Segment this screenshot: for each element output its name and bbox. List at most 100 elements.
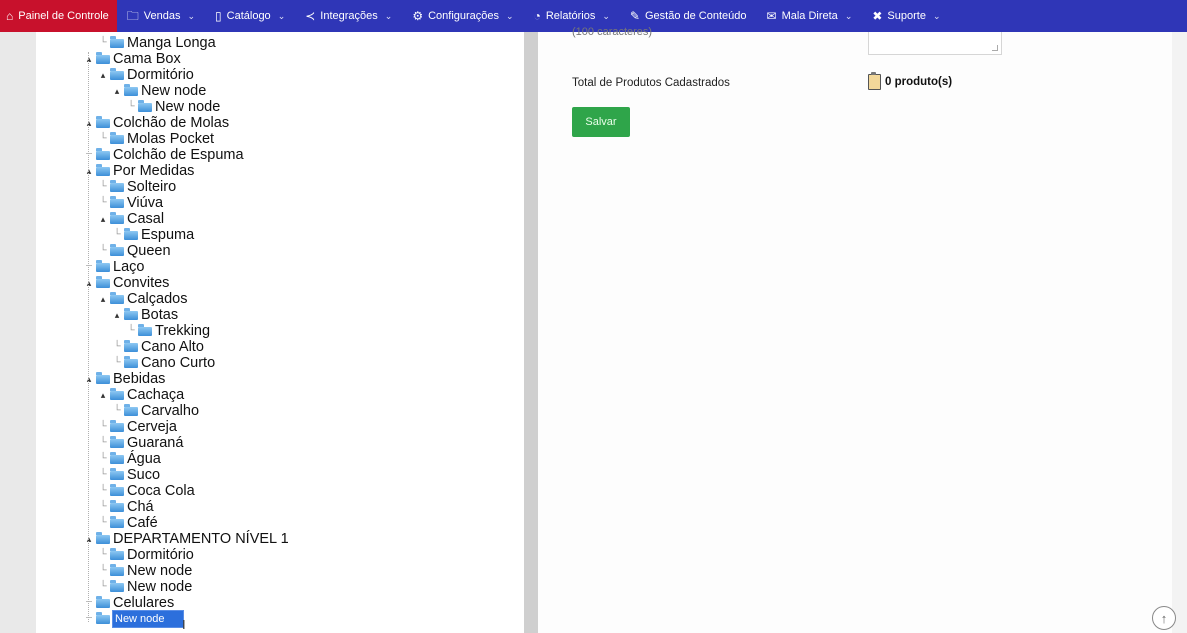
tree-line-icon: └ xyxy=(99,437,107,448)
tree-line-icon: ┄ xyxy=(85,261,93,272)
tree-node-label: Espuma xyxy=(141,227,195,243)
expand-toggle-icon[interactable]: ▴ xyxy=(82,371,96,387)
expand-toggle-icon[interactable]: ▴ xyxy=(110,307,124,323)
expand-toggle-icon[interactable]: ▴ xyxy=(82,163,96,179)
tree-node[interactable]: └ Chá xyxy=(96,499,155,515)
tree-node[interactable]: └ Dormitório xyxy=(96,547,195,563)
folder-icon xyxy=(138,99,152,112)
tree-node[interactable]: ▴ DEPARTAMENTO NÍVEL 1 xyxy=(82,531,290,547)
tree-node[interactable]: ▴ Colchão de Molas xyxy=(82,115,230,131)
tree-node[interactable]: └ New node xyxy=(124,99,221,115)
tree-node-label: Colchão de Molas xyxy=(113,115,230,131)
tree-node[interactable]: ▴ Calçados xyxy=(96,291,188,307)
tree-node[interactable]: └ Suco xyxy=(96,467,161,483)
folder-icon xyxy=(110,179,124,192)
tree-node-label: Botas xyxy=(141,307,179,323)
tree-node[interactable]: └ Trekking xyxy=(124,323,211,339)
product-count: 0 produto(s) xyxy=(885,76,953,88)
tree-node[interactable]: └ Molas Pocket xyxy=(96,131,215,147)
tree-node[interactable]: └ Cano Curto xyxy=(110,355,216,371)
tree-line-icon: └ xyxy=(99,37,107,48)
tree-node[interactable]: └ Guaraná xyxy=(96,435,184,451)
tree-node[interactable]: ┄ Colchão de Espuma xyxy=(82,147,245,163)
folder-icon xyxy=(110,483,124,496)
nav-icon: ✖ xyxy=(872,9,883,23)
nav-item-1[interactable]: 🗀 Vendas ⌄ xyxy=(117,0,205,32)
description-hint: (100 caracteres) xyxy=(572,26,653,38)
folder-icon xyxy=(110,451,124,464)
scroll-to-top-icon[interactable]: ↑ xyxy=(1152,606,1176,630)
tree-node[interactable]: ┄ Laço xyxy=(82,259,145,275)
save-button[interactable]: Salvar xyxy=(572,107,630,137)
text-cursor-icon: I xyxy=(182,617,186,632)
tree-node[interactable]: └ Água xyxy=(96,451,162,467)
folder-icon xyxy=(110,499,124,512)
tree-node[interactable]: └ Solteiro xyxy=(96,179,177,195)
folder-icon xyxy=(110,243,124,256)
tree-node[interactable]: └ Queen xyxy=(96,243,172,259)
total-products-value: 0 produto(s) xyxy=(868,72,953,90)
tree-node-label: Cachaça xyxy=(127,387,185,403)
tree-line-icon: ┄ xyxy=(85,597,93,608)
tree-node[interactable]: └ New node xyxy=(96,579,193,595)
description-textarea[interactable] xyxy=(868,32,1002,55)
tree-node[interactable]: ▴ Por Medidas xyxy=(82,163,195,179)
tree-node[interactable]: └ Manga Longa xyxy=(96,35,217,51)
clipboard-icon xyxy=(868,72,881,90)
folder-icon xyxy=(124,227,138,240)
folder-icon xyxy=(96,531,110,544)
tree-node[interactable]: ▴ Cama Box xyxy=(82,51,182,67)
expand-toggle-icon[interactable]: ▴ xyxy=(96,291,110,307)
tree-line-icon: └ xyxy=(99,485,107,496)
panel-splitter[interactable] xyxy=(524,32,538,633)
tree-node[interactable]: ▴ Convites xyxy=(82,275,170,291)
folder-icon xyxy=(110,211,124,224)
tree-node[interactable]: ┄ Celulares xyxy=(82,595,175,611)
nav-item-8[interactable]: ✖ Suporte ⌄ xyxy=(862,0,950,32)
tree-node[interactable]: ▴ Dormitório xyxy=(96,67,195,83)
tree-node[interactable]: ▴ New node xyxy=(110,83,207,99)
nav-item-3[interactable]: ≺ Integrações ⌄ xyxy=(295,0,402,32)
tree-node[interactable]: └ Cerveja xyxy=(96,419,178,435)
tree-node[interactable]: └ Carvalho xyxy=(110,403,200,419)
nav-item-2[interactable]: ▯ Catálogo ⌄ xyxy=(205,0,295,32)
folder-icon xyxy=(110,291,124,304)
node-rename-input[interactable]: New node xyxy=(112,610,184,628)
folder-icon xyxy=(124,83,138,96)
expand-toggle-icon[interactable]: ▴ xyxy=(82,115,96,131)
expand-toggle-icon[interactable]: ▴ xyxy=(96,211,110,227)
expand-toggle-icon[interactable]: ▴ xyxy=(82,531,96,547)
tree-node[interactable]: ▴ Botas xyxy=(110,307,179,323)
tree-node[interactable]: ▴ Cachaça xyxy=(96,387,185,403)
tree-line-icon: └ xyxy=(113,357,121,368)
tree-node[interactable]: ▴ Casal xyxy=(96,211,165,227)
nav-icon: ◔ xyxy=(533,9,541,23)
tree-node[interactable]: └ New node xyxy=(96,563,193,579)
folder-icon xyxy=(110,467,124,480)
expand-toggle-icon[interactable]: ▴ xyxy=(82,275,96,291)
folder-icon xyxy=(110,195,124,208)
chevron-down-icon: ⌄ xyxy=(506,10,514,21)
tree-node[interactable]: ┄ New node xyxy=(82,610,184,628)
expand-toggle-icon[interactable]: ▴ xyxy=(96,387,110,403)
tree-node[interactable]: └ Café xyxy=(96,515,159,531)
tree-node-label: Dormitório xyxy=(127,547,194,563)
nav-item-4[interactable]: ⚙ Configurações ⌄ xyxy=(402,0,523,32)
expand-toggle-icon[interactable]: ▴ xyxy=(82,51,96,67)
tree-node[interactable]: └ Espuma xyxy=(110,227,195,243)
folder-icon xyxy=(110,387,124,400)
tree-node-label: Trekking xyxy=(155,323,211,339)
category-tree: └ Manga Longa ▴ Cama Box ▴ Dormitório ▴ New nod… xyxy=(36,32,524,633)
tree-node[interactable]: └ Coca Cola xyxy=(96,483,196,499)
tree-node[interactable]: └ Cano Alto xyxy=(110,339,205,355)
nav-icon: ▯ xyxy=(215,9,222,23)
tree-node[interactable]: ▴ Bebidas xyxy=(82,371,166,387)
tree-node-label: New node xyxy=(155,99,221,115)
tree-node[interactable]: └ Viúva xyxy=(96,195,164,211)
nav-item-0[interactable]: ⌂ Painel de Controle xyxy=(0,0,117,32)
nav-item-7[interactable]: ✉ Mala Direta ⌄ xyxy=(757,0,863,32)
expand-toggle-icon[interactable]: ▴ xyxy=(110,83,124,99)
expand-toggle-icon[interactable]: ▴ xyxy=(96,67,110,83)
tree-node-label: New node xyxy=(127,579,193,595)
tree-line-icon: └ xyxy=(99,421,107,432)
